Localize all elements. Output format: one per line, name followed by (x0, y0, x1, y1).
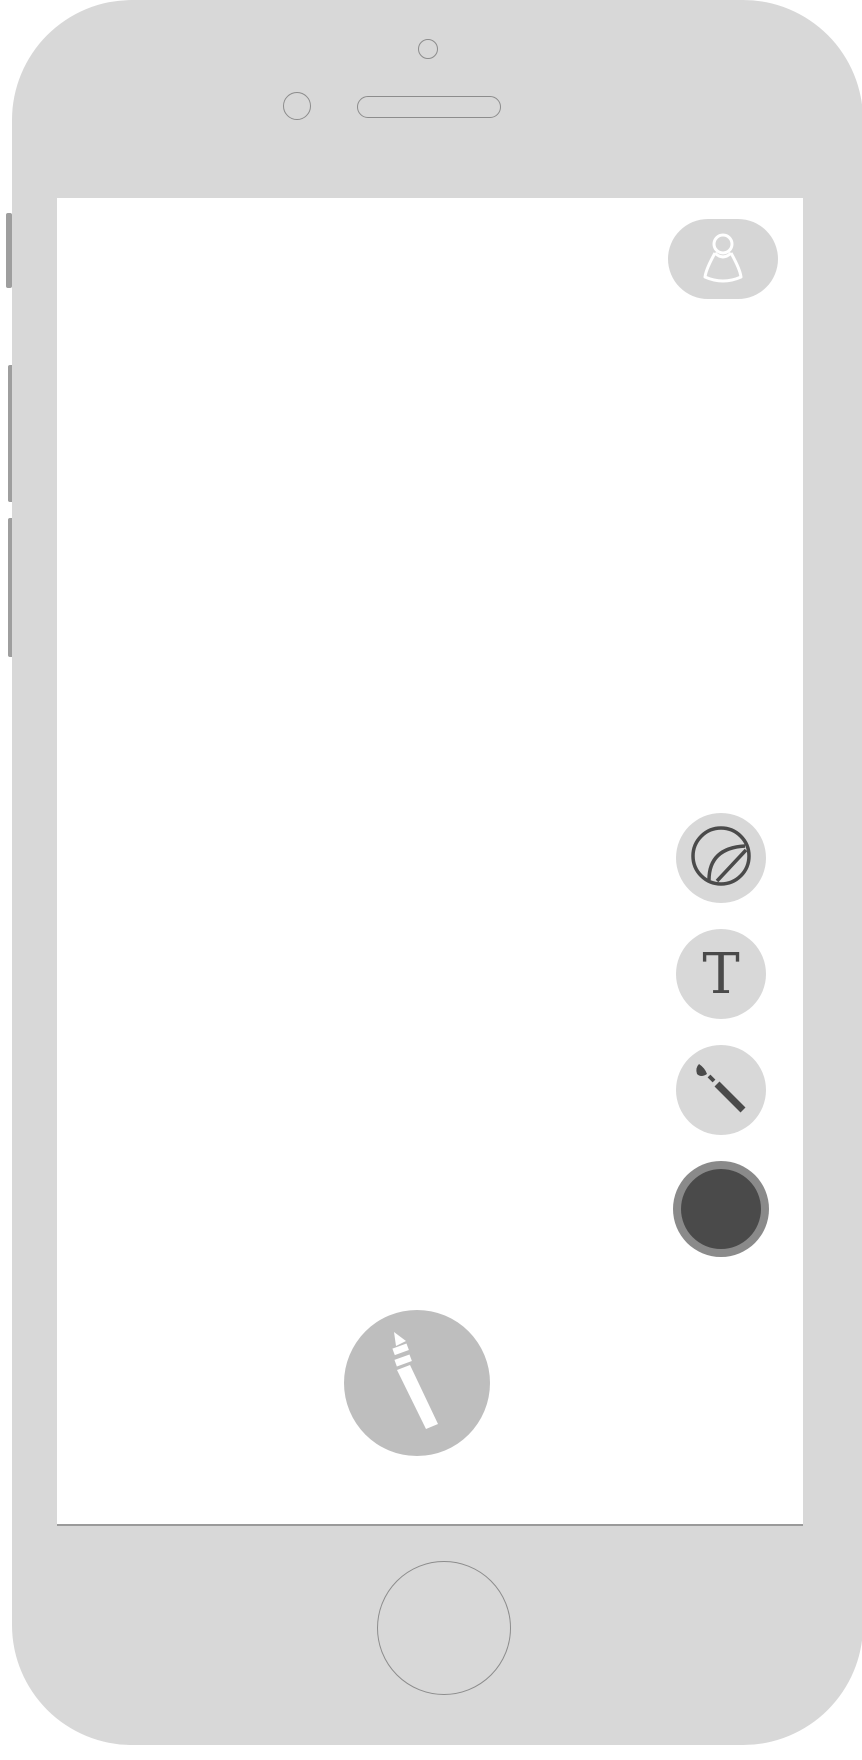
proximity-sensor (283, 92, 311, 120)
user-icon (698, 229, 748, 290)
text-tool-button[interactable]: T (676, 929, 766, 1019)
page: T (0, 0, 862, 1760)
text-tool-label: T (702, 942, 740, 1007)
earpiece-speaker (357, 96, 501, 118)
sticker-button[interactable] (676, 813, 766, 903)
app-screen: T (57, 198, 803, 1526)
selected-color-swatch (681, 1169, 761, 1249)
front-camera (418, 39, 438, 59)
color-picker-button[interactable] (673, 1161, 769, 1257)
profile-button[interactable] (668, 219, 778, 299)
sticker-icon (689, 824, 753, 893)
marker-icon (382, 1326, 452, 1441)
brush-tool-button[interactable] (676, 1045, 766, 1135)
draw-mode-button[interactable] (344, 1310, 490, 1456)
home-button[interactable] (377, 1561, 511, 1695)
paintbrush-icon (691, 1058, 751, 1123)
